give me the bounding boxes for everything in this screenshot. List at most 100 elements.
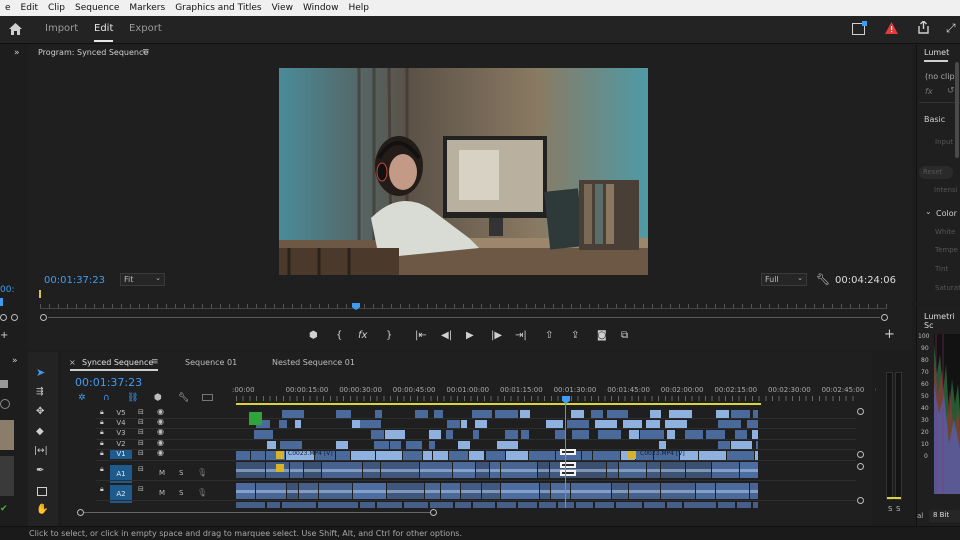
- video-clip[interactable]: [376, 451, 402, 460]
- program-current-timecode[interactable]: 00:01:37:23: [44, 275, 105, 286]
- pen-tool-icon[interactable]: ✒: [36, 465, 44, 476]
- track-height-handle-3[interactable]: [857, 463, 864, 470]
- video-clip[interactable]: [433, 410, 443, 418]
- audio-clip[interactable]: [266, 502, 280, 508]
- video-clip[interactable]: [706, 430, 725, 439]
- search-icon[interactable]: [0, 399, 10, 409]
- sync-lock-icon[interactable]: ⊟: [138, 418, 144, 426]
- video-clip[interactable]: [473, 430, 480, 439]
- audio-clip[interactable]: [236, 502, 265, 508]
- bin-thumbnail-2[interactable]: [0, 456, 14, 496]
- step-forward-icon[interactable]: |▶: [491, 330, 502, 341]
- track-label[interactable]: V5: [110, 408, 132, 418]
- tab-export[interactable]: Export: [129, 23, 162, 34]
- zoom-handle-left[interactable]: [40, 314, 47, 321]
- menu-graphics[interactable]: Graphics and Titles: [170, 3, 266, 13]
- video-clip[interactable]: [336, 441, 349, 449]
- zoom-bar[interactable]: [48, 317, 880, 318]
- video-clip[interactable]: [385, 430, 405, 439]
- selected-clip-marker[interactable]: [560, 462, 576, 468]
- video-clip[interactable]: [279, 441, 303, 449]
- expand-panels-icon[interactable]: »: [12, 356, 18, 366]
- video-clip[interactable]: [405, 441, 423, 449]
- video-clip[interactable]: [278, 420, 287, 428]
- menu-markers[interactable]: Markers: [124, 3, 170, 13]
- lock-icon[interactable]: 🔒︎: [100, 418, 104, 427]
- menu-help[interactable]: Help: [343, 3, 374, 13]
- track-label[interactable]: V4: [110, 418, 132, 428]
- step-back-icon[interactable]: ◀|: [441, 330, 452, 341]
- audio-clip[interactable]: [359, 502, 375, 508]
- selected-clip-marker[interactable]: [560, 470, 576, 476]
- quality-dropdown[interactable]: Full ⌄: [761, 273, 807, 286]
- video-clip[interactable]: [359, 420, 381, 428]
- linked-selection-icon[interactable]: ⛓: [127, 393, 138, 403]
- video-clip[interactable]: [449, 451, 468, 460]
- expand-panels-icon[interactable]: »: [14, 48, 20, 58]
- video-clip[interactable]: [282, 410, 304, 418]
- audio-clip[interactable]: [539, 502, 556, 508]
- track-label[interactable]: V3: [110, 428, 132, 438]
- video-clip[interactable]: [236, 451, 251, 460]
- list-view-icon[interactable]: [0, 380, 8, 388]
- video-clip[interactable]: [594, 420, 617, 428]
- video-clip[interactable]: [445, 430, 454, 439]
- microphone-icon[interactable]: 🎙︎: [197, 468, 207, 477]
- video-clip[interactable]: [754, 451, 758, 460]
- audio-clip[interactable]: [430, 502, 453, 508]
- audio-clip[interactable]: [454, 502, 472, 508]
- add-marker-icon[interactable]: ⬢: [154, 393, 162, 403]
- share-icon[interactable]: [917, 20, 930, 37]
- video-clip[interactable]: [726, 451, 754, 460]
- track-height-handle-2[interactable]: [857, 451, 864, 458]
- audio-clip[interactable]: [317, 502, 358, 508]
- nest-icon[interactable]: ✲: [78, 393, 86, 403]
- video-clip[interactable]: [747, 420, 758, 428]
- ripple-edit-tool-icon[interactable]: ✥: [36, 406, 44, 417]
- video-clip[interactable]: [684, 430, 704, 439]
- go-to-in-icon[interactable]: |⇤: [415, 330, 427, 341]
- video-clip[interactable]: [623, 420, 642, 428]
- menu-window[interactable]: Window: [298, 3, 344, 13]
- audio-clip[interactable]: [473, 502, 496, 508]
- video-clip[interactable]: [485, 451, 506, 460]
- video-clip[interactable]: [474, 420, 488, 428]
- video-clip[interactable]: [607, 410, 629, 418]
- lift-icon[interactable]: ⇧: [545, 330, 553, 341]
- video-clip[interactable]: [253, 430, 273, 439]
- lock-icon[interactable]: 🔒︎: [100, 465, 104, 474]
- video-clip[interactable]: [352, 420, 360, 428]
- horizontal-scroll-right[interactable]: [430, 509, 437, 516]
- fx-icon[interactable]: fx: [358, 330, 367, 341]
- timeline-settings-icon[interactable]: 🔧︎: [178, 393, 189, 403]
- video-clip[interactable]: [650, 410, 662, 418]
- left-add-icon[interactable]: +: [0, 330, 8, 341]
- bin-thumbnail-1[interactable]: [0, 420, 14, 450]
- chevron-down-icon[interactable]: ⌄: [925, 207, 932, 216]
- solo-button[interactable]: S: [179, 469, 183, 477]
- video-clip[interactable]: [528, 451, 556, 460]
- slip-tool-icon[interactable]: |↔|: [34, 446, 48, 456]
- captions-icon[interactable]: [202, 394, 213, 401]
- track-select-tool-icon[interactable]: ⇶: [36, 387, 44, 397]
- sync-lock-icon[interactable]: ⊟: [138, 485, 144, 493]
- video-clip[interactable]: [590, 410, 603, 418]
- menu-edit[interactable]: Edit: [16, 3, 43, 13]
- microphone-icon[interactable]: 🎙︎: [197, 488, 207, 497]
- warning-icon[interactable]: [885, 22, 898, 37]
- scopes-tab[interactable]: Lumetri Sc: [924, 312, 960, 330]
- audio-clip[interactable]: [667, 502, 683, 508]
- lock-icon[interactable]: 🔒︎: [100, 485, 104, 494]
- video-clip[interactable]: [629, 430, 640, 439]
- lock-icon[interactable]: 🔒︎: [100, 439, 104, 448]
- video-clip[interactable]: [520, 410, 531, 418]
- fullscreen-icon[interactable]: ⤢: [946, 21, 956, 36]
- left-zoom-handle-2[interactable]: [11, 314, 18, 321]
- video-clip[interactable]: [294, 420, 302, 428]
- audio-clip[interactable]: [616, 502, 642, 508]
- horizontal-scroll-left[interactable]: [77, 509, 84, 516]
- audio-clip[interactable]: [497, 502, 517, 508]
- video-clip[interactable]: [567, 420, 590, 428]
- track-label[interactable]: V2: [110, 439, 132, 449]
- video-clip[interactable]: [390, 441, 401, 449]
